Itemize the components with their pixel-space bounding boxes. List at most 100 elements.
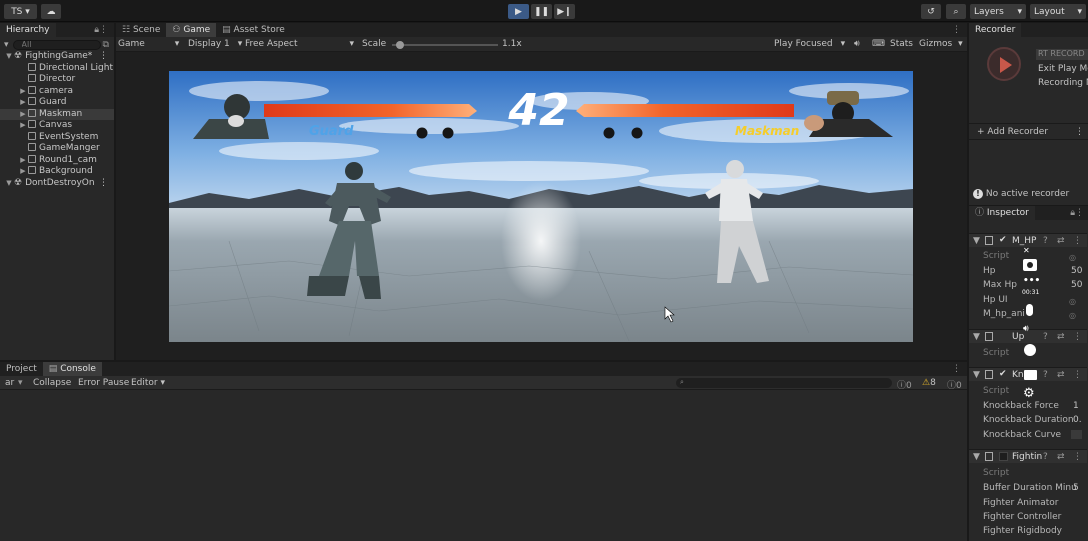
more-icon[interactable]: ⋮ <box>99 51 108 62</box>
help-icon[interactable]: ? <box>1043 452 1048 462</box>
console-search-input[interactable]: ⌕ <box>676 378 892 388</box>
tab-console[interactable]: ▤ Console <box>42 362 102 376</box>
editor-dropdown[interactable]: Editor ▾ <box>131 378 165 388</box>
more-icon[interactable]: ⋮ <box>952 364 961 374</box>
hierarchy-item[interactable]: GameManger <box>0 143 114 154</box>
gizmos-dropdown[interactable]: Gizmos ▾ <box>919 39 963 49</box>
preset-icon[interactable]: ⇄ <box>1057 332 1065 342</box>
display-dropdown[interactable]: Display 1 ▾ <box>188 39 242 49</box>
more-icon[interactable]: ⋮ <box>1073 370 1082 380</box>
foldout-caret-icon[interactable]: ▼ <box>4 51 14 62</box>
error-count[interactable]: ⓘ0 <box>947 378 962 391</box>
help-icon[interactable]: ? <box>1043 332 1048 342</box>
foldout-caret-icon[interactable]: ▼ <box>973 236 980 246</box>
settings-gear-icon[interactable]: ⚙ <box>1023 386 1035 401</box>
play-button[interactable]: ▶ <box>508 4 529 19</box>
collapse-button[interactable]: Collapse <box>33 378 71 388</box>
webcam-icon[interactable] <box>1024 344 1036 356</box>
record-button[interactable] <box>987 47 1021 81</box>
aspect-dropdown[interactable]: Free Aspect ▾ <box>245 39 354 49</box>
account-dropdown[interactable]: TS ▾ <box>4 4 37 19</box>
foldout-caret-icon[interactable]: ▶ <box>18 120 28 131</box>
add-recorder-button[interactable]: + Add Recorder ⋮ <box>969 123 1088 140</box>
foldout-caret-icon[interactable]: ▶ <box>18 86 28 97</box>
game-view[interactable]: Guard Maskman 42 <box>169 71 913 342</box>
keyboard-icon[interactable]: ⌨ <box>872 39 885 49</box>
more-icon[interactable]: ⋮ <box>1075 127 1084 137</box>
scale-slider[interactable] <box>392 41 498 49</box>
more-icon[interactable]: ⋮ <box>99 178 108 189</box>
component-header-m-hp[interactable]: ▼ ✔ M_HP ? ⇄ ⋮ <box>969 233 1087 247</box>
hierarchy-item[interactable]: EventSystem <box>0 131 114 143</box>
layout-dropdown[interactable]: Layout ▾ <box>1030 4 1086 19</box>
knockback-duration-value[interactable]: 0. <box>1073 415 1082 425</box>
speaker-icon[interactable]: 🔊︎ <box>1023 324 1029 334</box>
foldout-caret-icon[interactable]: ▶ <box>18 155 28 166</box>
tab-scene[interactable]: ☷ Scene <box>116 23 166 37</box>
lock-icon[interactable]: 🔒︎⋮ <box>1070 208 1084 218</box>
search-icon[interactable]: ⌕ <box>946 4 966 19</box>
lock-icon[interactable]: 🔒︎⋮ <box>94 25 108 35</box>
chevron-down-icon[interactable]: ▾ <box>18 378 23 388</box>
log-count[interactable]: ⓘ0 <box>897 378 912 391</box>
close-icon[interactable]: ✕ <box>1023 246 1030 255</box>
scale-slider-thumb[interactable] <box>396 41 404 49</box>
warning-count[interactable]: ⚠8 <box>922 378 936 388</box>
hierarchy-item[interactable]: Director <box>0 74 114 85</box>
hierarchy-scene-row[interactable]: ▼ ☢ DontDestroyOn ⋮ <box>0 178 114 189</box>
hierarchy-item[interactable]: ▶ Canvas <box>0 120 114 131</box>
foldout-caret-icon[interactable]: ▶ <box>18 166 28 177</box>
hierarchy-scene-row[interactable]: ▼ ☢ FightingGame* ⋮ <box>0 51 114 62</box>
enable-checkbox[interactable]: ✔ <box>999 235 1007 245</box>
preset-icon[interactable]: ⇄ <box>1057 236 1065 246</box>
camera-icon[interactable] <box>1023 259 1037 271</box>
enable-checkbox[interactable] <box>999 452 1008 461</box>
preset-icon[interactable]: ⇄ <box>1057 370 1065 380</box>
tab-asset-store[interactable]: ▤ Asset Store <box>216 23 291 37</box>
foldout-caret-icon[interactable]: ▶ <box>18 97 28 108</box>
help-icon[interactable]: ? <box>1043 370 1048 380</box>
game-mode-dropdown[interactable]: Game ▾ <box>118 39 179 49</box>
component-header-fighting[interactable]: ▼ Fightin ? ⇄ ⋮ <box>969 449 1087 463</box>
tab-game[interactable]: ⚇ Game <box>166 23 217 37</box>
hierarchy-item[interactable]: ▶ Maskman <box>0 108 114 120</box>
more-icon[interactable]: ⋮ <box>952 25 961 35</box>
foldout-caret-icon[interactable]: ▼ <box>4 178 14 189</box>
more-icon[interactable]: ⋮ <box>1073 236 1082 246</box>
knockback-curve-field[interactable] <box>1071 430 1082 439</box>
layers-dropdown[interactable]: Layers ▾ <box>970 4 1026 19</box>
microphone-icon[interactable] <box>1026 304 1033 316</box>
filter-icon[interactable]: ⧉ <box>103 40 109 50</box>
help-icon[interactable]: ? <box>1043 236 1048 246</box>
foldout-caret-icon[interactable]: ▼ <box>973 452 980 462</box>
hierarchy-item[interactable]: ▶ camera <box>0 85 114 97</box>
folder-icon[interactable] <box>1024 370 1037 380</box>
step-button[interactable]: ▶❙ <box>554 4 575 19</box>
history-icon[interactable]: ↺ <box>921 4 941 19</box>
clear-button[interactable]: ar <box>5 378 14 388</box>
mute-audio-icon[interactable]: 🔊︎ <box>854 39 860 49</box>
knockback-force-value[interactable]: 1 <box>1073 401 1079 411</box>
hierarchy-search-input[interactable] <box>12 39 101 50</box>
stats-button[interactable]: Stats <box>890 39 913 49</box>
foldout-caret-icon[interactable]: ▼ <box>973 332 980 342</box>
tab-hierarchy[interactable]: Hierarchy <box>0 23 56 37</box>
hierarchy-item[interactable]: ▶ Guard <box>0 97 114 108</box>
enable-checkbox[interactable]: ✔ <box>999 369 1007 379</box>
tab-inspector[interactable]: ⓘ Inspector <box>969 206 1035 220</box>
add-icon[interactable]: ▾ <box>4 40 9 50</box>
error-pause-button[interactable]: Error Pause <box>78 378 129 388</box>
more-dots-icon[interactable]: ••• <box>1023 276 1040 286</box>
preset-icon[interactable]: ⇄ <box>1057 452 1065 462</box>
hierarchy-item[interactable]: ▶ Background <box>0 166 114 177</box>
more-icon[interactable]: ⋮ <box>1073 452 1082 462</box>
foldout-caret-icon[interactable]: ▼ <box>973 370 980 380</box>
play-focused-dropdown[interactable]: Play Focused ▾ <box>774 39 845 49</box>
tab-recorder[interactable]: Recorder <box>969 23 1022 37</box>
foldout-caret-icon[interactable]: ▶ <box>18 109 28 120</box>
pause-button[interactable]: ❚❚ <box>531 4 552 19</box>
cloud-icon[interactable]: ☁ <box>41 4 61 19</box>
tab-project[interactable]: Project <box>0 362 43 376</box>
buffer-duration-value[interactable]: 5 <box>1073 483 1079 493</box>
hierarchy-item[interactable]: ▶ Round1_cam <box>0 154 114 166</box>
